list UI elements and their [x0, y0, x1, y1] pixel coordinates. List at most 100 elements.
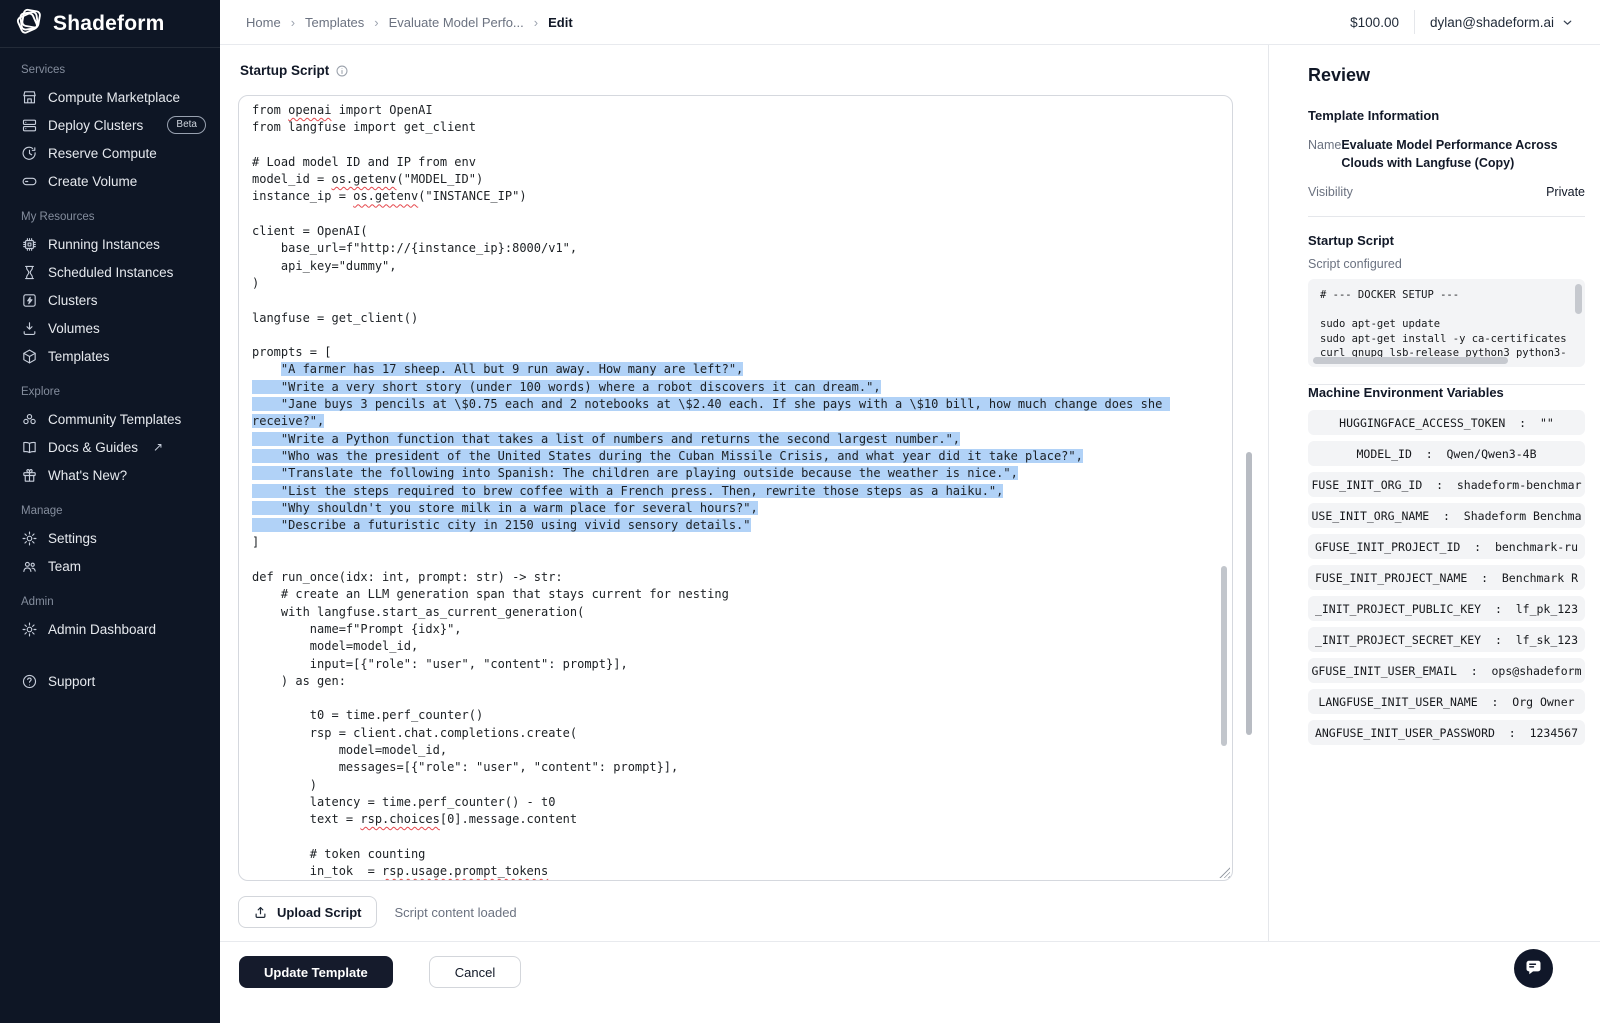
visibility-value: Private: [1546, 185, 1585, 199]
env-var-pill: MODEL_ID : Qwen/Qwen3-4B: [1308, 441, 1585, 466]
topbar: Home › Templates › Evaluate Model Perfo... › E…: [220, 0, 1600, 45]
review-panel: Review Template Information Name Evaluat…: [1268, 45, 1600, 941]
sidebar-item-admin-dashboard[interactable]: Admin Dashboard: [0, 615, 220, 643]
hourglass-icon: [21, 264, 38, 281]
main-content: Startup Script from openai import OpenAI…: [220, 45, 1268, 941]
script-preview-code: # --- DOCKER SETUP --- sudo apt-get upda…: [1308, 279, 1585, 367]
breadcrumb-item-templates[interactable]: Templates: [305, 15, 364, 30]
env-var-pill: GFUSE_INIT_PROJECT_ID : benchmark-ru: [1308, 534, 1585, 559]
sidebar-item-community-templates[interactable]: Community Templates: [0, 405, 220, 433]
template-information-heading: Template Information: [1308, 108, 1585, 123]
sidebar-section-label: Admin: [0, 596, 220, 608]
chevron-down-icon: [1561, 16, 1574, 29]
sidebar-item-team[interactable]: Team: [0, 552, 220, 580]
sidebar-item-what-s-new[interactable]: What's New?: [0, 461, 220, 489]
sidebar-item-scheduled-instances[interactable]: Scheduled Instances: [0, 258, 220, 286]
external-link-icon: ↗: [153, 440, 163, 454]
sidebar-item-deploy-clusters[interactable]: Deploy ClustersBeta: [0, 111, 220, 139]
storefront-icon: [21, 89, 38, 106]
breadcrumb-item-evaluate-model-perfo[interactable]: Evaluate Model Perfo...: [389, 15, 524, 30]
upload-script-button[interactable]: Upload Script: [238, 896, 377, 928]
env-var-list: HUGGINGFACE_ACCESS_TOKEN : "" MODEL_ID : …: [1308, 410, 1585, 745]
sidebar-item-reserve-compute[interactable]: Reserve Compute: [0, 139, 220, 167]
topbar-right: $100.00 dylan@shadeform.ai: [1350, 10, 1574, 34]
visibility-label: Visibility: [1308, 185, 1353, 199]
env-var-pill: ANGFUSE_INIT_USER_PASSWORD : 1234567: [1308, 720, 1585, 745]
template-name-row: Name Evaluate Model Performance Across C…: [1308, 136, 1585, 172]
sidebar-item-templates[interactable]: Templates: [0, 342, 220, 370]
env-var-pill: _INIT_PROJECT_PUBLIC_KEY : lf_pk_123: [1308, 596, 1585, 621]
sidebar-item-volumes[interactable]: Volumes: [0, 314, 220, 342]
topbar-divider: [1414, 10, 1415, 34]
startup-script-code[interactable]: from openai import OpenAI from langfuse …: [239, 95, 1232, 880]
editor-scrollbar-thumb[interactable]: [1221, 566, 1227, 746]
shadeform-app: Shadeform Services Compute Marketplace Dep…: [0, 0, 1600, 1023]
sidebar-item-label: Deploy Clusters: [48, 118, 143, 133]
breadcrumb-item-home[interactable]: Home: [246, 15, 281, 30]
admin-gear-icon: [21, 621, 38, 638]
account-balance[interactable]: $100.00: [1350, 15, 1399, 30]
sidebar-item-label: Volumes: [48, 321, 100, 336]
upload-script-label: Upload Script: [277, 905, 362, 920]
sidebar: Shadeform Services Compute Marketplace Dep…: [0, 0, 220, 1023]
env-var-pill: USE_INIT_ORG_NAME : Shadeform Benchma: [1308, 503, 1585, 528]
update-template-button[interactable]: Update Template: [239, 956, 393, 988]
sidebar-item-clusters[interactable]: Clusters: [0, 286, 220, 314]
sidebar-item-label: Running Instances: [48, 237, 160, 252]
upload-icon: [253, 905, 268, 920]
sidebar-item-settings[interactable]: Settings: [0, 524, 220, 552]
upload-row: Upload Script Script content loaded: [238, 896, 517, 928]
sidebar-item-label: Create Volume: [48, 174, 137, 189]
breadcrumb-separator: ›: [534, 15, 538, 30]
sidebar-item-label: Admin Dashboard: [48, 622, 156, 637]
sidebar-section-label: Services: [0, 64, 220, 76]
sidebar-nav: Services Compute Marketplace Deploy Cluste…: [0, 48, 220, 643]
footer-buttons: Update Template Cancel: [239, 956, 521, 988]
sidebar-item-compute-marketplace[interactable]: Compute Marketplace: [0, 83, 220, 111]
env-var-pill: FUSE_INIT_PROJECT_NAME : Benchmark R: [1308, 565, 1585, 590]
script-preview-hscrollbar[interactable]: [1313, 357, 1508, 364]
sidebar-item-label: Scheduled Instances: [48, 265, 173, 280]
startup-script-editor[interactable]: from openai import OpenAI from langfuse …: [238, 95, 1233, 881]
env-var-pill: GFUSE_INIT_USER_EMAIL : ops@shadeform: [1308, 658, 1585, 683]
sidebar-item-running-instances[interactable]: Running Instances: [0, 230, 220, 258]
script-preview[interactable]: # --- DOCKER SETUP --- sudo apt-get upda…: [1308, 279, 1585, 367]
template-name-value: Evaluate Model Performance Across Clouds…: [1341, 136, 1585, 172]
gear-icon: [21, 530, 38, 547]
user-menu[interactable]: dylan@shadeform.ai: [1430, 15, 1574, 30]
name-label: Name: [1308, 136, 1341, 172]
startup-script-title: Startup Script: [240, 63, 329, 78]
server-stack-icon: [21, 117, 38, 134]
page-scrollbar-thumb[interactable]: [1246, 452, 1252, 735]
team-icon: [21, 558, 38, 575]
review-title: Review: [1308, 65, 1585, 86]
breadcrumb-item-edit: Edit: [548, 15, 573, 30]
env-var-pill: HUGGINGFACE_ACCESS_TOKEN : "": [1308, 410, 1585, 435]
cancel-button[interactable]: Cancel: [429, 956, 521, 988]
cube-icon: [21, 348, 38, 365]
script-preview-vscrollbar[interactable]: [1575, 284, 1582, 314]
sidebar-item-label: Community Templates: [48, 412, 181, 427]
sidebar-item-label: Compute Marketplace: [48, 90, 180, 105]
env-var-pill: LANGFUSE_INIT_USER_NAME : Org Owner: [1308, 689, 1585, 714]
sidebar-section-label: My Resources: [0, 211, 220, 223]
sidebar-item-label: What's New?: [48, 468, 127, 483]
brand-name: Shadeform: [53, 12, 165, 36]
brand[interactable]: Shadeform: [0, 0, 220, 48]
chat-support-button[interactable]: [1514, 949, 1553, 988]
sidebar-item-support[interactable]: Support: [0, 667, 220, 695]
sidebar-item-label: Settings: [48, 531, 97, 546]
chat-bubble-icon: [1523, 958, 1544, 979]
community-icon: [21, 411, 38, 428]
sidebar-item-create-volume[interactable]: Create Volume: [0, 167, 220, 195]
sidebar-section-label: Explore: [0, 386, 220, 398]
breadcrumb-separator: ›: [291, 15, 295, 30]
sidebar-item-docs-guides[interactable]: Docs & Guides↗: [0, 433, 220, 461]
env-var-pill: FUSE_INIT_ORG_ID : shadeform-benchmar: [1308, 472, 1585, 497]
cpu-chip-icon: [21, 236, 38, 253]
sidebar-item-label: Reserve Compute: [48, 146, 157, 161]
info-icon[interactable]: [335, 64, 349, 78]
breadcrumb-separator: ›: [374, 15, 378, 30]
volume-drive-icon: [21, 173, 38, 190]
user-email: dylan@shadeform.ai: [1430, 15, 1554, 30]
